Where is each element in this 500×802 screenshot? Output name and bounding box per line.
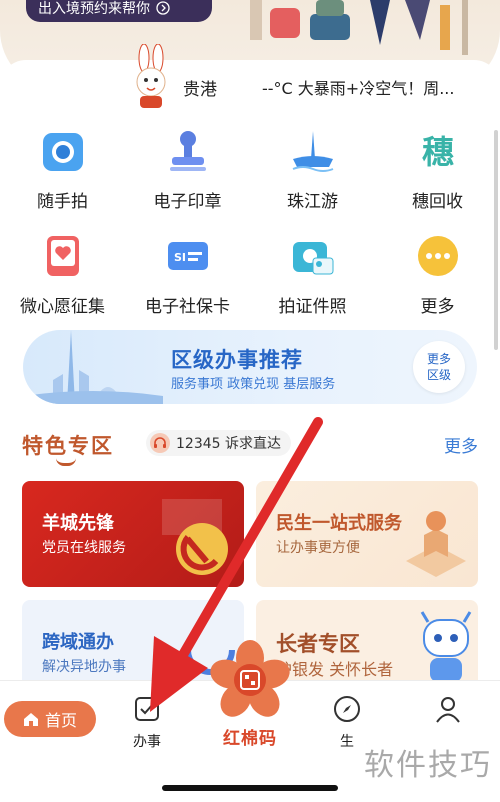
- tab-life[interactable]: 生: [333, 695, 361, 751]
- watermark-text: 软件技巧: [364, 748, 492, 783]
- promo-more-line2: 区级: [426, 368, 451, 382]
- banner-pill-text: 出入境预约来帮你: [38, 1, 150, 17]
- camera-icon: [42, 133, 83, 171]
- service-label: 穗回收: [412, 192, 463, 212]
- rabbit-mascot-icon: [136, 44, 166, 108]
- cruise-icon: [292, 131, 333, 172]
- card-subtitle: 解决异地办事: [42, 659, 126, 675]
- kapok-flower-icon: [210, 640, 290, 717]
- svg-text:SI: SI: [174, 251, 186, 264]
- home-icon: [23, 713, 38, 726]
- canton-tower-illustration: [23, 330, 163, 404]
- user-icon: [436, 697, 460, 723]
- service-label: 电子社保卡: [145, 297, 230, 317]
- promo-more-button[interactable]: 更多 区级: [413, 341, 465, 393]
- card-one-stop-service[interactable]: 民生一站式服务 让办事更方便: [256, 481, 478, 587]
- kapok-code-label: 红棉码: [223, 729, 277, 749]
- service-item-recycle[interactable]: 穗 穗回收: [375, 125, 500, 225]
- district-services-banner[interactable]: 区级办事推荐 服务事项 政策兑现 基层服务 更多 区级: [23, 330, 477, 404]
- service-item-e-seal[interactable]: 电子印章: [125, 125, 250, 225]
- card-subtitle: 党员在线服务: [42, 540, 126, 556]
- isometric-building-illustration: [406, 511, 466, 577]
- scrollbar[interactable]: [494, 130, 498, 350]
- weather-summary[interactable]: --°C 大暴雨+冷空气！周...: [262, 75, 500, 99]
- card-title: 羊城先锋: [42, 513, 114, 534]
- robot-mascot-icon: [420, 611, 472, 682]
- more-dots-icon: [417, 236, 458, 276]
- city-name[interactable]: 贵港: [183, 75, 217, 100]
- recycle-icon: 穗: [421, 133, 453, 171]
- service-label: 电子印章: [153, 192, 222, 212]
- service-label: 拍证件照: [278, 297, 347, 317]
- section-title: 特色专区: [22, 434, 114, 458]
- svg-text:穗: 穗: [421, 133, 453, 171]
- promo-more-line1: 更多: [426, 352, 451, 366]
- service-label: 微心愿征集: [20, 297, 105, 317]
- hotline-badge-text: 12345 诉求直达: [176, 436, 281, 452]
- section-more-link[interactable]: 更多: [444, 432, 478, 457]
- service-item-wish[interactable]: 微心愿征集: [0, 230, 125, 330]
- card-title: 跨域通办: [42, 632, 114, 653]
- tab-profile[interactable]: [434, 695, 462, 731]
- headset-icon: [150, 433, 170, 453]
- id-photo-icon: [292, 242, 333, 275]
- promo-subtitle: 服务事项 政策兑现 基层服务: [171, 377, 336, 392]
- service-item-more[interactable]: 更多: [375, 230, 500, 330]
- home-indicator[interactable]: [162, 785, 338, 791]
- service-item-social-card[interactable]: SI 电子社保卡: [125, 230, 250, 330]
- service-label: 更多: [420, 297, 455, 317]
- service-label: 随手拍: [37, 192, 88, 212]
- compass-icon: [334, 696, 360, 722]
- chevron-circle-icon: [156, 1, 170, 15]
- card-party-pioneer[interactable]: 羊城先锋 党员在线服务: [22, 481, 244, 587]
- service-item-snapshot[interactable]: 随手拍: [0, 125, 125, 225]
- stamp-icon: [169, 131, 206, 171]
- banner-pill[interactable]: 出入境预约来帮你: [26, 0, 212, 22]
- hammer-sickle-icon: [162, 499, 228, 575]
- service-item-id-photo[interactable]: 拍证件照: [250, 230, 375, 330]
- checkbox-icon: [135, 697, 159, 721]
- tab-home-label: 首页: [44, 711, 77, 730]
- social-security-card-icon: SI: [167, 242, 208, 270]
- tab-home[interactable]: 首页: [4, 701, 96, 737]
- section-title-underline: [56, 458, 76, 466]
- card-title: 民生一站式服务: [276, 513, 402, 534]
- service-item-pearl-river-tour[interactable]: 珠江游: [250, 125, 375, 225]
- card-subtitle: 让办事更方便: [276, 540, 360, 556]
- kapok-code-button[interactable]: 红棉码: [205, 640, 295, 752]
- promo-title: 区级办事推荐: [171, 348, 303, 372]
- tab-affairs-label: 办事: [133, 734, 161, 750]
- service-label: 珠江游: [287, 192, 338, 212]
- heart-card-icon: [46, 236, 79, 276]
- tab-affairs[interactable]: 办事: [133, 695, 161, 751]
- tab-life-label: 生: [340, 734, 354, 750]
- hotline-badge[interactable]: 12345 诉求直达: [146, 430, 291, 456]
